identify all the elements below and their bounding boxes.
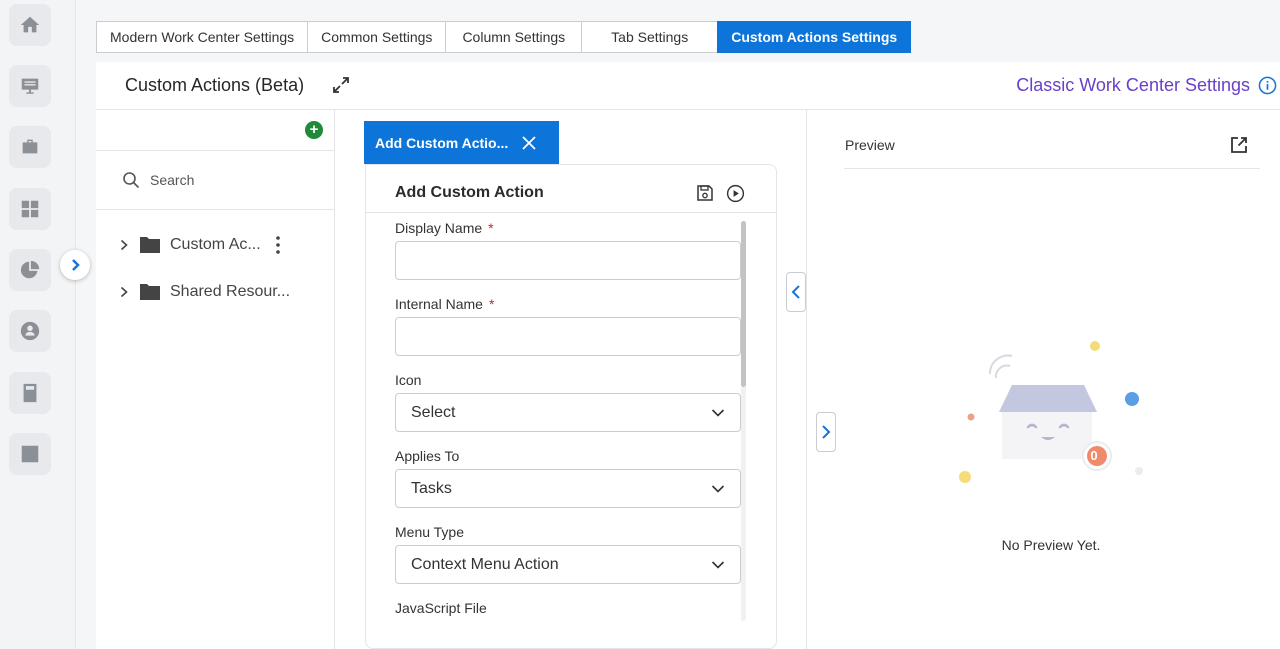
- tab-modern-work-center-settings[interactable]: Modern Work Center Settings: [96, 21, 309, 53]
- tree-search: [96, 150, 334, 210]
- form-scrollbar[interactable]: [741, 221, 746, 621]
- chevron-right-icon: [120, 239, 128, 251]
- form-card-header: Add Custom Action: [366, 165, 776, 213]
- open-external-icon[interactable]: [1230, 136, 1248, 154]
- briefcase-icon[interactable]: [9, 126, 51, 168]
- required-marker: *: [488, 296, 495, 312]
- preview-panel: Preview 0 No Preview Yet.: [816, 110, 1280, 649]
- resource-tree: + Custom Ac... Shared Resour...: [96, 110, 335, 649]
- notification-badge-count: 0: [1090, 448, 1098, 463]
- save-icon[interactable]: [696, 184, 714, 202]
- expand-icon[interactable]: [332, 76, 350, 94]
- tab-tab-settings[interactable]: Tab Settings: [581, 21, 719, 53]
- tree-item-label: Custom Ac...: [170, 236, 261, 253]
- calculator-icon[interactable]: [9, 372, 51, 414]
- play-icon[interactable]: [726, 184, 745, 203]
- tree-item-label: Shared Resour...: [170, 283, 291, 300]
- main-panel: Custom Actions (Beta) Classic Work Cente…: [96, 62, 1280, 649]
- icon-select-value: Select: [411, 403, 456, 421]
- search-input[interactable]: [150, 172, 310, 188]
- header-bar: Custom Actions (Beta) Classic Work Cente…: [96, 62, 1280, 110]
- monitor-icon[interactable]: [9, 65, 51, 107]
- expand-nav-button[interactable]: [60, 250, 90, 280]
- info-icon[interactable]: [1258, 76, 1277, 95]
- more-options-icon[interactable]: [272, 235, 284, 255]
- folder-icon: [140, 237, 160, 253]
- tab-custom-actions-settings[interactable]: Custom Actions Settings: [717, 21, 912, 53]
- icon-label: Icon: [395, 372, 422, 388]
- tree-item-shared-resources[interactable]: Shared Resour...: [118, 280, 290, 304]
- required-marker: *: [488, 220, 494, 236]
- left-nav-rail: [0, 0, 76, 649]
- home-icon[interactable]: [9, 4, 51, 46]
- scrollbar-thumb[interactable]: [741, 221, 746, 387]
- page-title: Custom Actions (Beta): [125, 75, 305, 95]
- search-icon: [123, 172, 140, 189]
- display-name-label: Display Name *: [395, 220, 494, 236]
- folder-icon: [140, 284, 160, 300]
- add-resource-button[interactable]: +: [305, 121, 323, 139]
- tree-item-custom-actions[interactable]: Custom Ac...: [118, 233, 261, 257]
- applies-to-select[interactable]: Tasks: [395, 469, 741, 508]
- empty-preview-text: No Preview Yet.: [1001, 537, 1101, 553]
- chevron-down-icon: [711, 409, 725, 417]
- javascript-file-label: JavaScript File: [395, 600, 487, 616]
- collapse-left-button[interactable]: [786, 272, 806, 312]
- chevron-right-icon: [72, 259, 80, 271]
- divider: [844, 168, 1260, 169]
- settings-sliders-icon[interactable]: [9, 433, 51, 475]
- close-icon[interactable]: [521, 135, 537, 151]
- settings-tabs: Modern Work Center Settings Common Setti…: [96, 21, 912, 53]
- tab-column-settings[interactable]: Column Settings: [445, 21, 583, 53]
- chevron-down-icon: [711, 485, 725, 493]
- form-card: Add Custom Action Display Name * Internal…: [365, 164, 777, 649]
- display-name-input[interactable]: [395, 241, 741, 280]
- menu-type-select[interactable]: Context Menu Action: [395, 545, 741, 584]
- classic-work-center-settings-link[interactable]: Classic Work Center Settings: [1016, 75, 1250, 96]
- icon-select[interactable]: Select: [395, 393, 741, 432]
- user-icon[interactable]: [9, 310, 51, 352]
- applies-to-label: Applies To: [395, 448, 460, 464]
- chevron-left-icon: [791, 285, 800, 299]
- plus-icon: +: [309, 121, 319, 138]
- menu-type-label: Menu Type: [395, 524, 465, 540]
- menu-type-value: Context Menu Action: [411, 555, 559, 573]
- pie-chart-icon[interactable]: [9, 249, 51, 291]
- chevron-down-icon: [711, 561, 725, 569]
- chevron-right-icon: [120, 286, 128, 298]
- internal-name-input[interactable]: [395, 317, 741, 356]
- preview-title: Preview: [845, 137, 895, 153]
- empty-inbox-illustration: [959, 341, 1143, 483]
- tab-common-settings[interactable]: Common Settings: [307, 21, 447, 53]
- form-tab-label: Add Custom Actio...: [375, 134, 509, 151]
- internal-name-label: Internal Name *: [395, 296, 495, 312]
- form-tab[interactable]: Add Custom Actio...: [364, 121, 559, 164]
- dashboard-icon[interactable]: [9, 188, 51, 230]
- applies-to-value: Tasks: [411, 479, 452, 497]
- form-column: Add Custom Actio... Add Custom Action Di…: [336, 110, 807, 649]
- form-title: Add Custom Action: [395, 184, 544, 201]
